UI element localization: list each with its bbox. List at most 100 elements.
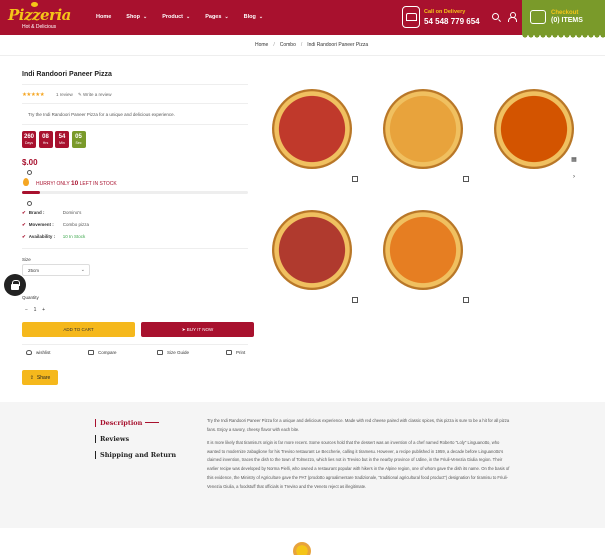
chevron-down-icon: ⌄ (80, 267, 85, 273)
expand-icon[interactable] (463, 176, 469, 182)
gallery-image-1[interactable] (272, 89, 352, 169)
quantity-stepper: − 1 + (22, 304, 48, 316)
compare-icon (88, 350, 94, 355)
buy-now-button[interactable]: ➤ BUY IT NOW (141, 322, 254, 337)
gallery-image-3[interactable] (494, 89, 574, 169)
gallery-image-5[interactable] (383, 210, 463, 290)
stock-progress-fill (22, 191, 41, 194)
logo-tagline: Hot & Delicious (22, 24, 57, 30)
size-select[interactable]: 25cm ⌄ (22, 264, 90, 276)
share-label: Share (36, 374, 51, 381)
chevron-right-icon[interactable]: › (569, 172, 579, 182)
tab-shipping[interactable]: Shipping and Return (95, 451, 176, 459)
chevron-down-icon: ⌄ (224, 14, 229, 20)
breadcrumb-home[interactable]: Home (255, 42, 268, 48)
expand-icon[interactable] (352, 297, 358, 303)
rating-stars[interactable]: ★★★★★ (22, 92, 45, 98)
meta-label: Brand : (28, 210, 45, 215)
nav-label: Pages (205, 14, 222, 20)
nav-label: Shop (126, 14, 141, 20)
divider (22, 124, 248, 125)
gallery-image-4[interactable] (272, 210, 352, 290)
settings-icon[interactable] (27, 201, 32, 206)
countdown-unit: Days (25, 141, 33, 145)
tab-description[interactable]: Description (95, 419, 160, 427)
delivery-phone[interactable]: 54 548 779 654 (424, 17, 480, 26)
breadcrumb: Home / Combo / Indi Randoori Paneer Pizz… (255, 42, 368, 48)
gallery-image-2[interactable] (383, 89, 463, 169)
main-nav: Home Shop ⌄ Product ⌄ Pages ⌄ Blog ⌄ (96, 14, 278, 20)
review-count[interactable]: 1 review (56, 92, 73, 97)
divider (22, 84, 248, 85)
stock-urgency: HURRY! ONLY 10 LEFT IN STOCK (36, 180, 117, 187)
buy-now-label: BUY IT NOW (186, 327, 214, 332)
chevron-down-icon: ⌄ (186, 14, 191, 20)
countdown-value: 08 (42, 134, 49, 140)
tab-reviews[interactable]: Reviews (95, 435, 129, 443)
countdown-minutes: 54 Min (55, 131, 69, 148)
breadcrumb-separator: / (300, 42, 303, 48)
countdown-days: 260 Days (22, 131, 36, 148)
description-paragraph: Try the Indi Randoori Paneer Pizza for a… (207, 418, 510, 432)
wishlist-label: wishlist (36, 350, 51, 355)
grid-icon[interactable]: ▦ (569, 155, 579, 165)
check-icon: ✔ (22, 210, 26, 215)
compare-button[interactable]: Compare (88, 350, 117, 355)
footer-pizza-icon (293, 542, 311, 555)
meta-value[interactable]: Domino's (63, 210, 82, 216)
size-selected-value: 25cm (28, 268, 40, 273)
short-description: Try the Indi Randoori Paneer Pizza for a… (28, 112, 175, 117)
nav-item-shop[interactable]: Shop ⌄ (126, 14, 147, 20)
countdown-hours: 08 Hrs (38, 131, 53, 148)
chevron-down-icon: ⌄ (258, 14, 264, 20)
expand-icon[interactable] (352, 176, 358, 182)
fire-icon (23, 178, 29, 186)
delivery-label: Call on Delivery (424, 9, 466, 15)
meta-value: Combo pizza (62, 222, 90, 227)
print-button[interactable]: Print (226, 350, 245, 355)
checkout-label: Checkout (551, 10, 579, 16)
share-button[interactable]: ⇪ Share (22, 370, 58, 385)
lock-icon[interactable] (4, 274, 26, 296)
quantity-value[interactable]: 1 (34, 307, 37, 313)
meta-availability: ✔ Availability : 10 In Stock (22, 234, 85, 240)
nav-item-pages[interactable]: Pages ⌄ (205, 14, 228, 20)
divider (22, 248, 248, 249)
quantity-decrease-button[interactable]: − (25, 307, 28, 313)
logo-title: Pizzeria (8, 6, 71, 24)
size-guide-button[interactable]: Size Guide (157, 350, 189, 355)
quantity-increase-button[interactable]: + (42, 307, 45, 313)
meta-label: Availability : (28, 234, 56, 239)
add-to-cart-button[interactable]: ADD TO CART (22, 322, 135, 337)
nav-item-blog[interactable]: Blog ⌄ (244, 14, 263, 20)
countdown-value: 54 (58, 134, 66, 140)
nav-item-product[interactable]: Product ⌄ (162, 14, 190, 20)
write-review-link[interactable]: ✎ Write a review (78, 92, 111, 98)
countdown-value: 05 (75, 134, 82, 140)
breadcrumb-combo[interactable]: Combo (280, 42, 296, 48)
phone-icon (402, 6, 420, 28)
urgency-prefix: HURRY! ONLY (36, 181, 70, 187)
checkout-button[interactable]: Checkout (0) ITEMS (522, 0, 605, 38)
meta-value: 10 In Stock (62, 234, 86, 239)
breadcrumb-separator: / (273, 42, 275, 48)
printer-icon (226, 350, 232, 355)
description-section: Description Reviews Shipping and Return … (0, 402, 605, 528)
check-icon: ✔ (22, 234, 26, 239)
nav-item-home[interactable]: Home (96, 14, 111, 20)
urgency-suffix: LEFT IN STOCK (79, 181, 117, 187)
search-icon[interactable] (492, 13, 499, 20)
countdown-value: 260 (23, 134, 34, 140)
checkout-items: (0) ITEMS (551, 17, 583, 24)
expand-icon[interactable] (463, 297, 469, 303)
write-review-label: Write a review (83, 92, 112, 97)
settings-icon[interactable] (27, 170, 32, 175)
user-icon[interactable] (508, 12, 517, 22)
product-price: $.00 (22, 158, 38, 167)
quantity-label: Quantity (22, 295, 39, 300)
countdown-seconds: 05 Sec (71, 131, 86, 148)
chevron-down-icon: ⌄ (143, 14, 148, 20)
print-label: Print (236, 350, 246, 355)
logo[interactable]: Pizzeria Hot & Delicious (8, 2, 71, 31)
wishlist-button[interactable]: wishlist (26, 350, 51, 355)
